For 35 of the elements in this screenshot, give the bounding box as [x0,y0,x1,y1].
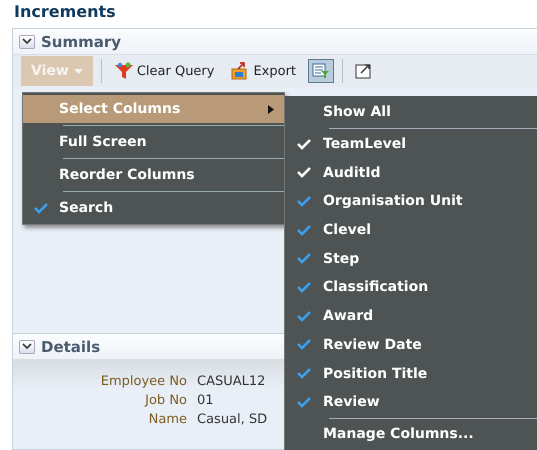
column-menu-item[interactable]: Clevel [285,216,537,244]
menu-item[interactable]: Manage Columns... [285,420,537,448]
menu-item[interactable]: Search [23,194,284,222]
caret-icon [74,68,83,74]
field-value: CASUAL12 [197,374,266,389]
column-menu-item[interactable]: Review [285,388,537,417]
field-value: Casual, SD [197,412,268,427]
filter-list-icon [312,63,330,79]
section-title: Details [41,338,100,356]
column-menu-item[interactable]: AuditId [285,158,537,188]
section-title: Summary [41,32,122,50]
menu-item[interactable]: Show All [285,98,537,127]
field-value: 01 [197,393,214,408]
field-label: Name [148,412,187,427]
column-menu-item[interactable]: Review Date [285,330,537,360]
column-menu-item[interactable]: Organisation Unit [285,187,537,216]
check-icon [34,202,48,214]
menu-item[interactable]: Full Screen [23,128,284,156]
filter-toggle[interactable] [308,59,334,83]
column-menu-item[interactable]: TeamLevel [285,130,537,158]
column-menu-item[interactable]: Step [285,244,537,274]
page-title: Increments [13,1,117,23]
export-button[interactable]: Export [226,62,300,80]
collapse-icon[interactable] [19,340,35,354]
field-label: Job No [144,393,187,408]
collapse-icon[interactable] [19,34,35,48]
field-label: Employee No [100,374,187,389]
column-menu-item[interactable]: Classification [285,273,537,302]
detach-icon [355,63,374,79]
submenu-arrow-icon [268,104,274,114]
funnel-icon [114,62,134,80]
column-menu-item[interactable]: Position Title [285,359,537,388]
clear-query-button[interactable]: Clear Query [110,62,218,80]
menu-item[interactable]: Reorder Columns [23,161,284,189]
column-menu-item[interactable]: Award [285,302,537,330]
